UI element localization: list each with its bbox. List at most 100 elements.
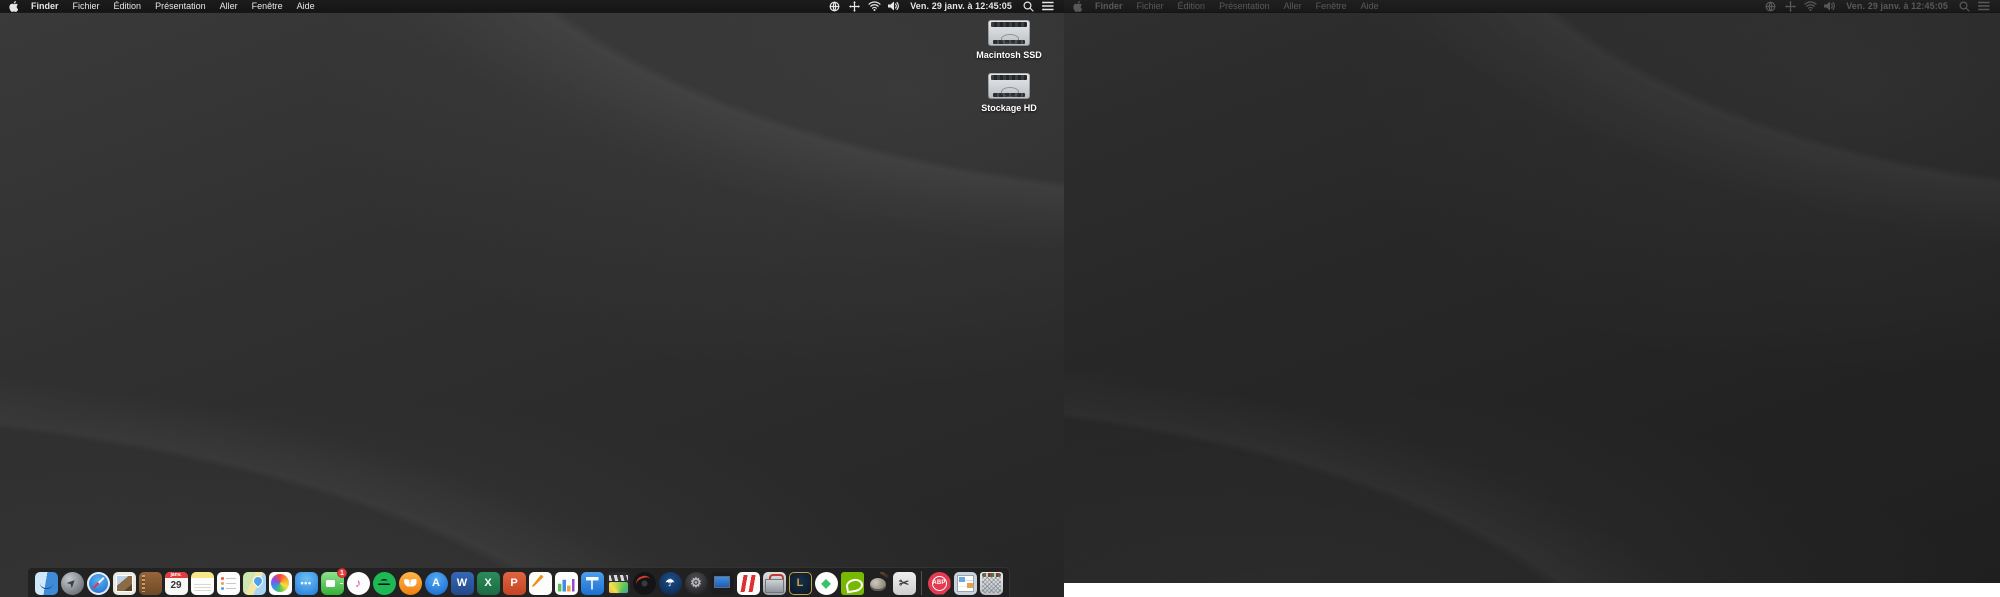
menu-pr-sentation[interactable]: Présentation	[148, 0, 213, 12]
facetime-dock-icon[interactable]: 1	[320, 568, 347, 595]
gimp-dock-icon[interactable]	[866, 571, 890, 595]
apple-logo-icon[interactable]	[1070, 0, 1084, 12]
spotify-dock-icon[interactable]	[372, 571, 396, 595]
parallels-icon	[736, 571, 760, 595]
volume-icon[interactable]	[1823, 0, 1837, 12]
geardisc-icon: ⚙	[684, 571, 708, 595]
notification-list-icon[interactable]	[1977, 0, 1991, 12]
imovie-icon	[606, 571, 630, 595]
screenshot-tool-dock-icon[interactable]: ✂	[892, 571, 916, 595]
photos-dock-icon[interactable]	[268, 571, 292, 595]
spotlight-search-icon[interactable]	[1021, 0, 1035, 12]
menu-bar-secondary: Finder Fichier Édition Présentation Aller Fen…	[1064, 0, 2000, 12]
primary-display: Finder Fichier Édition Présentation Aller Fen…	[0, 0, 1064, 597]
globe-status-icon[interactable]	[827, 0, 841, 12]
maps-dock-icon[interactable]	[242, 571, 266, 595]
dock-icon-glyph: W	[456, 577, 468, 589]
microsoft-excel-dock-icon[interactable]: X	[476, 571, 500, 595]
notes-dock-icon[interactable]	[190, 571, 214, 595]
nvidia-geforce-dock-icon[interactable]	[840, 571, 864, 595]
finder-dock-icon[interactable]	[34, 571, 58, 595]
trash-dock-icon[interactable]	[979, 571, 1003, 595]
menu-fichier[interactable]: Fichier	[66, 0, 107, 12]
globe-status-icon[interactable]	[1763, 0, 1777, 12]
pages-dock-icon[interactable]	[528, 571, 552, 595]
vinyl-record-app-dock-icon[interactable]	[632, 571, 656, 595]
menu-dition[interactable]: Édition	[1171, 0, 1213, 12]
preview-icon	[112, 571, 136, 595]
contacts-dock-icon[interactable]	[138, 571, 162, 595]
spotlight-search-icon[interactable]	[1957, 0, 1971, 12]
menu-fichier[interactable]: Fichier	[1130, 0, 1171, 12]
contacts-icon	[138, 571, 162, 595]
preview-photo-dock-icon[interactable]	[112, 571, 136, 595]
dock-icon-glyph: P	[510, 577, 518, 589]
menu-pr-sentation[interactable]: Présentation	[1212, 0, 1277, 12]
itunes-dock-icon[interactable]: ♪	[346, 571, 370, 595]
finder-icon	[34, 571, 58, 595]
menu-finder[interactable]: Finder	[24, 0, 66, 12]
dock-icon-glyph: ⚙	[690, 575, 702, 590]
calendar-dock-icon[interactable]: janv. 29	[164, 571, 188, 595]
numbers-dock-icon[interactable]	[554, 571, 578, 595]
wifi-icon[interactable]	[1803, 0, 1817, 12]
reminders-dock-icon[interactable]	[216, 571, 240, 595]
parallels-desktop-dock-icon[interactable]	[736, 571, 760, 595]
menu-aide[interactable]: Aide	[1354, 0, 1386, 12]
secondary-display: Finder Fichier Édition Présentation Aller Fen…	[1064, 0, 2000, 583]
appstore-icon: A	[424, 571, 448, 595]
toolbox-icon	[762, 571, 786, 595]
menubar-clock[interactable]: Ven. 29 janv. à 12:45:05	[904, 1, 1018, 11]
league-of-legends-dock-icon[interactable]: L	[788, 571, 812, 595]
imovie-dock-icon[interactable]	[606, 571, 630, 595]
menu-aller[interactable]: Aller	[1277, 0, 1309, 12]
numbers-icon	[554, 571, 578, 595]
downloads-icon	[953, 571, 977, 595]
menu-fen-tre[interactable]: Fenêtre	[1309, 0, 1354, 12]
gear-utility-dock-icon[interactable]: ⚙	[684, 571, 708, 595]
books-dock-icon[interactable]	[398, 571, 422, 595]
dock-icon-glyph: ✂	[898, 576, 910, 590]
menu-aller[interactable]: Aller	[213, 0, 245, 12]
desktop-icon-label: Macintosh SSD	[976, 50, 1042, 60]
windows-pc-dock-icon[interactable]	[710, 571, 734, 595]
powerpoint-icon: P	[502, 571, 526, 595]
menubar-clock[interactable]: Ven. 29 janv. à 12:45:05	[1840, 1, 1954, 11]
abp-icon: ABP	[927, 571, 951, 595]
desktop-wallpaper-secondary	[1064, 0, 2000, 583]
volume-icon[interactable]	[887, 0, 901, 12]
app-store-dock-icon[interactable]: A	[424, 571, 448, 595]
maps-icon	[242, 571, 266, 595]
calendar-month-label: janv.	[170, 571, 182, 578]
dock-icon-glyph: ABP	[931, 575, 947, 591]
spotify-icon	[372, 571, 396, 595]
microsoft-powerpoint-dock-icon[interactable]: P	[502, 571, 526, 595]
messages-dock-icon[interactable]: •••	[294, 571, 318, 595]
desktop-icon-macintosh-ssd[interactable]: Macintosh SSD	[976, 20, 1042, 60]
gimp-icon	[867, 572, 890, 595]
notification-list-icon[interactable]	[1041, 0, 1055, 12]
launchpad-dock-icon[interactable]: ➤	[60, 571, 84, 595]
adblock-plus-dock-icon[interactable]: ABP	[927, 571, 951, 595]
menu-dition[interactable]: Édition	[107, 0, 149, 12]
toolbox-app-dock-icon[interactable]	[762, 571, 786, 595]
menu-finder[interactable]: Finder	[1088, 0, 1130, 12]
notification-badge: 1	[337, 568, 347, 578]
desktop-icon-stockage-hd[interactable]: Stockage HD	[981, 73, 1037, 113]
apple-logo-icon[interactable]	[6, 0, 20, 12]
umbrella-circle-app-dock-icon[interactable]: ☂	[658, 571, 682, 595]
safari-dock-icon[interactable]	[86, 571, 110, 595]
menu-fen-tre[interactable]: Fenêtre	[245, 0, 290, 12]
keynote-dock-icon[interactable]	[580, 571, 604, 595]
photos-icon	[268, 571, 292, 595]
flcircle-icon: ☂	[658, 571, 682, 595]
screenshot-icon: ✂	[892, 571, 916, 595]
crosshair-status-icon[interactable]	[1783, 0, 1797, 12]
sims-plumbob-dock-icon[interactable]: ◆	[814, 571, 838, 595]
wifi-icon[interactable]	[867, 0, 881, 12]
menu-aide[interactable]: Aide	[290, 0, 322, 12]
microsoft-word-dock-icon[interactable]: W	[450, 571, 474, 595]
downloads-stack-dock-icon[interactable]	[953, 571, 977, 595]
crosshair-status-icon[interactable]	[847, 0, 861, 12]
dock-icon-glyph: ◆	[821, 576, 831, 590]
